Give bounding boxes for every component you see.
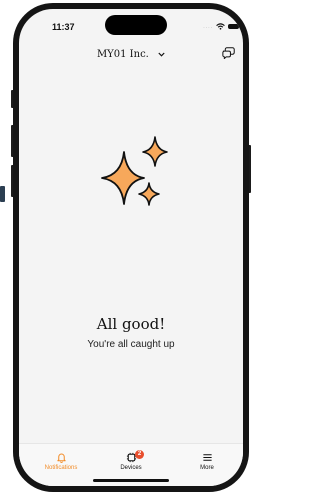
status-icons: .... — [203, 23, 239, 30]
edge-marker — [0, 186, 5, 202]
signal-icon: .... — [203, 22, 213, 30]
tab-notifications-label: Notifications — [44, 465, 78, 471]
devices-badge: 2 — [135, 450, 144, 459]
org-name: MY01 Inc. — [96, 49, 149, 60]
tab-devices-label: Devices — [120, 465, 142, 471]
sparkle-icon — [101, 136, 168, 206]
menu-icon — [202, 454, 212, 461]
tab-more-label: More — [200, 465, 214, 471]
status-time: 11:37 — [52, 22, 75, 32]
empty-state-subtitle: You're all caught up — [87, 339, 175, 350]
tab-notifications[interactable]: Notifications — [31, 452, 91, 471]
tab-more[interactable]: More — [177, 452, 237, 471]
chevron-down-icon — [158, 52, 165, 57]
chat-icon[interactable] — [222, 47, 235, 59]
org-selector[interactable]: MY01 Inc. — [19, 49, 243, 60]
empty-state-title: All good! — [96, 315, 166, 333]
home-indicator — [93, 479, 169, 482]
dynamic-island — [105, 15, 167, 35]
tab-devices[interactable]: 2 Devices — [101, 450, 161, 471]
battery-icon — [227, 24, 239, 29]
screen: 11:37 .... MY01 Inc. All good! You're al… — [19, 9, 243, 486]
wifi-icon — [215, 23, 225, 30]
bell-icon — [56, 453, 66, 463]
